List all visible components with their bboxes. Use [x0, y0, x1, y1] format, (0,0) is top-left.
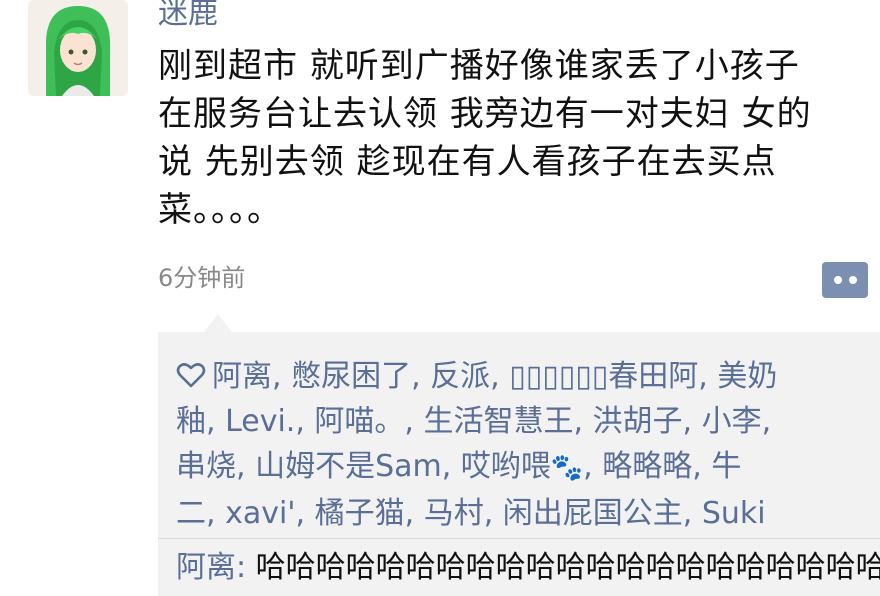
- comment-text: 哈哈哈哈哈哈哈哈哈哈哈哈哈哈哈哈哈哈哈哈哈: [255, 550, 880, 585]
- username[interactable]: 迷鹿: [158, 0, 218, 34]
- user-avatar[interactable]: [28, 0, 128, 96]
- comment-dots-icon: [848, 276, 857, 284]
- heart-outline-icon: [176, 363, 206, 388]
- likes-names[interactable]: , 略略略, 牛: [583, 449, 741, 484]
- likes-line[interactable]: 二, xavi', 橘子猫, 马村, 闲出屁国公主, Suki: [176, 491, 868, 536]
- post-text-line: 说 先别去领 趁现在有人看孩子在去买点: [158, 142, 777, 182]
- comment-button[interactable]: [822, 262, 868, 298]
- green-haired-girl-avatar-icon: [28, 0, 128, 96]
- divider: [158, 538, 880, 539]
- post-content: 刚到超市 就听到广播好像谁家丢了小孩子 在服务台让去认领 我旁边有一对夫妇 女的…: [158, 42, 873, 234]
- post-text-line: 在服务台让去认领 我旁边有一对夫妇 女的: [158, 94, 812, 134]
- interaction-pointer: [204, 314, 232, 332]
- likes-line: 串烧, 山姆不是Sam, 哎哟喂🐾, 略略略, 牛: [176, 444, 868, 491]
- likes-names[interactable]: 串烧, 山姆不是Sam, 哎哟喂: [176, 449, 551, 484]
- post-timestamp: 6分钟前: [158, 264, 246, 292]
- post-text-line: 刚到超市 就听到广播好像谁家丢了小孩子: [158, 46, 800, 86]
- likes-line[interactable]: 釉, Levi., 阿喵。, 生活智慧王, 洪胡子, 小李,: [176, 399, 868, 444]
- likes-list: 阿离, 憋尿困了, 反派, ▯▯▯▯▯▯春田阿, 美奶 釉, Levi., 阿喵…: [176, 354, 868, 536]
- post-text-line: 菜。。。。: [158, 190, 282, 230]
- comment-dots-icon: [833, 276, 842, 284]
- comment-item[interactable]: 阿离: 哈哈哈哈哈哈哈哈哈哈哈哈哈哈哈哈哈哈哈哈哈: [176, 546, 880, 590]
- interaction-panel: 阿离, 憋尿困了, 反派, ▯▯▯▯▯▯春田阿, 美奶 釉, Levi., 阿喵…: [158, 332, 880, 596]
- comment-author[interactable]: 阿离:: [176, 550, 246, 585]
- paw-prints-icon: 🐾: [550, 453, 584, 483]
- likes-line: 阿离, 憋尿困了, 反派, ▯▯▯▯▯▯春田阿, 美奶: [176, 354, 868, 399]
- likes-names[interactable]: 阿离, 憋尿困了, 反派, ▯▯▯▯▯▯春田阿, 美奶: [212, 359, 777, 394]
